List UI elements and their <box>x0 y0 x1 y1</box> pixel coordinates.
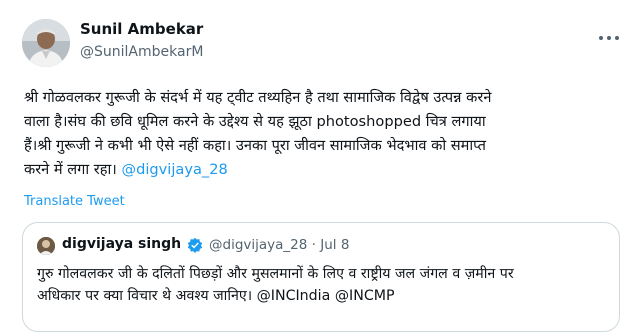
quoted-author-name: digvijaya singh <box>62 236 182 252</box>
quoted-tweet[interactable]: digvijaya singh @digvijaya_28 · Jul 8 गु… <box>22 222 620 332</box>
quoted-tweet-text: गुरु गोलवलकर जी के दलितों पिछड़ों और मुस… <box>37 266 514 304</box>
tweet-body-text: श्री गोळवलकर गुरूजी के संदर्भ में यह ट्व… <box>24 89 492 178</box>
mention-link[interactable]: @digvijaya_28 <box>121 161 227 178</box>
more-horizontal-icon <box>599 36 619 40</box>
quoted-author-avatar <box>37 237 55 255</box>
author-name[interactable]: Sunil Ambekar <box>80 20 203 38</box>
quoted-avatar-photo <box>37 237 55 255</box>
verified-badge-icon <box>187 237 203 253</box>
quoted-date: Jul 8 <box>320 237 350 253</box>
quoted-meta: @digvijaya_28 · Jul 8 <box>209 237 349 253</box>
meta-separator: · <box>311 237 316 253</box>
quoted-author-handle: @digvijaya_28 <box>209 237 308 253</box>
translate-tweet-link[interactable]: Translate Tweet <box>24 194 125 209</box>
author-avatar[interactable] <box>22 19 70 67</box>
avatar-photo <box>22 19 70 67</box>
tweet-text: श्री गोळवलकर गुरूजी के संदर्भ में यह ट्व… <box>24 86 624 182</box>
author-handle[interactable]: @SunilAmbekarM <box>80 44 203 60</box>
more-options-button[interactable] <box>598 26 620 45</box>
tweet-card: Sunil Ambekar @SunilAmbekarM श्री गोळवलक… <box>0 0 640 332</box>
